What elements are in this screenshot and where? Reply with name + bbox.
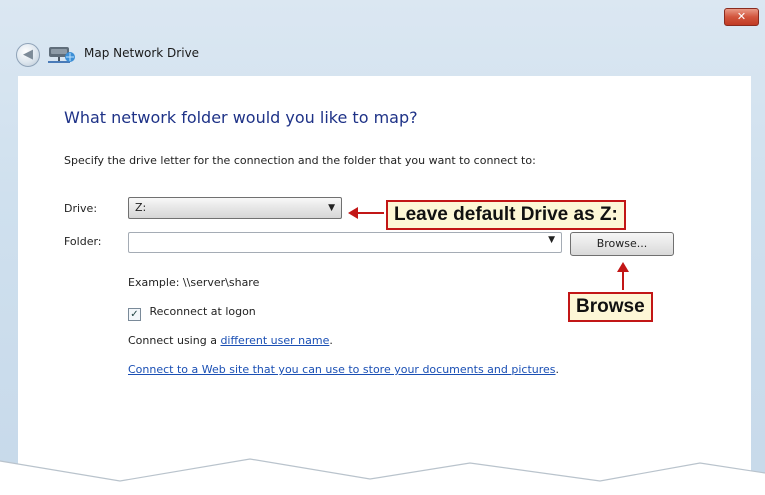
drive-value: Z:	[135, 201, 147, 214]
connect-as-prefix: Connect using a	[128, 334, 221, 347]
browse-callout: Browse	[568, 292, 653, 322]
example-text: Example: \\server\share	[128, 276, 260, 289]
chevron-down-icon[interactable]: ▼	[548, 235, 555, 245]
torn-edge	[0, 458, 765, 495]
dialog-content: What network folder would you like to ma…	[18, 76, 751, 495]
connect-as-text: Connect using a different user name.	[128, 334, 333, 347]
folder-label: Folder:	[64, 235, 102, 248]
close-button[interactable]: ✕	[724, 8, 759, 26]
reconnect-checkbox[interactable]: ✓	[128, 308, 141, 321]
browse-button[interactable]: Browse...	[570, 232, 674, 256]
connect-as-suffix: .	[329, 334, 333, 347]
reconnect-checkbox-row[interactable]: ✓ Reconnect at logon	[128, 305, 256, 321]
different-user-link[interactable]: different user name	[220, 334, 329, 347]
back-button[interactable]: ◀	[16, 43, 40, 67]
drive-label: Drive:	[64, 202, 98, 215]
web-site-link[interactable]: Connect to a Web site that you can use t…	[128, 363, 556, 376]
drive-callout: Leave default Drive as Z:	[386, 200, 626, 230]
drive-select[interactable]: Z: ▼	[128, 197, 342, 219]
title-bar: ✕ ◀ Map Network Drive	[0, 0, 765, 70]
web-site-row: Connect to a Web site that you can use t…	[128, 363, 559, 376]
web-site-link-suffix: .	[555, 363, 560, 376]
folder-combobox[interactable]: ▼	[128, 232, 562, 253]
close-icon: ✕	[736, 10, 747, 23]
window-title: Map Network Drive	[84, 46, 200, 60]
reconnect-label[interactable]: Reconnect at logon	[150, 305, 256, 318]
network-drive-icon	[48, 47, 75, 63]
page-title: What network folder would you like to ma…	[64, 108, 418, 127]
chevron-down-icon: ▼	[328, 203, 335, 213]
instructions-text: Specify the drive letter for the connect…	[64, 154, 536, 167]
dialog-window: ✕ ◀ Map Network Drive What network folde…	[0, 0, 765, 495]
back-arrow-icon: ◀	[23, 47, 33, 62]
